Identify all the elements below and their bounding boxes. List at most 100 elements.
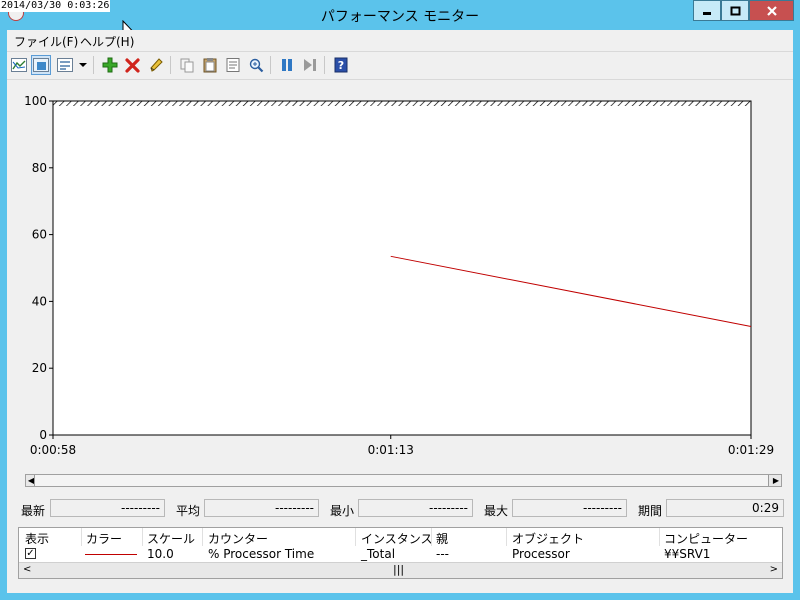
view-graph-icon	[11, 58, 27, 72]
svg-text:?: ?	[338, 59, 344, 72]
view-graph-button[interactable]	[9, 55, 29, 75]
toolbar-separator	[170, 56, 171, 74]
toolbar: ?	[7, 51, 793, 80]
column-scale[interactable]: スケール	[147, 530, 195, 547]
scroll-right-icon[interactable]: ▶	[771, 475, 781, 486]
stat-latest-label: 最新	[21, 504, 46, 518]
properties-icon	[226, 58, 240, 72]
maximize-icon	[730, 6, 740, 15]
stat-minimum-label: 最小	[330, 504, 355, 518]
legend-header: 表示 カラー スケール カウンター インスタンス 親 オブジェクト コンピュータ…	[19, 528, 782, 546]
window-title: パフォーマンス モニター	[320, 9, 480, 25]
toolbar-separator	[270, 56, 271, 74]
zoom-button[interactable]	[246, 55, 266, 75]
column-divider	[142, 528, 143, 546]
view-report-button[interactable]	[55, 55, 75, 75]
column-divider	[506, 528, 507, 546]
next-frame-button[interactable]	[300, 55, 320, 75]
client-area: ファイル(F) ヘルプ(H) ? 100 80 60 40 20 0 0:00:…	[7, 30, 793, 593]
properties-button[interactable]	[223, 55, 243, 75]
copy-button[interactable]	[177, 55, 197, 75]
add-counter-button[interactable]	[100, 55, 120, 75]
stat-latest-value: ---------	[50, 499, 165, 517]
scroll-right-icon[interactable]: >	[770, 564, 778, 575]
overflow-hatch	[53, 101, 751, 106]
delete-counter-icon	[125, 58, 140, 73]
stat-average-label: 平均	[176, 504, 201, 518]
column-divider	[659, 528, 660, 546]
column-show[interactable]: 表示	[25, 530, 49, 547]
menu-bar: ファイル(F) ヘルプ(H)	[7, 30, 793, 50]
scrollbar-thumb[interactable]	[34, 475, 769, 486]
paste-icon	[203, 58, 217, 73]
minimize-button[interactable]	[693, 0, 721, 21]
stat-duration-value: 0:29	[666, 499, 784, 517]
series-color-swatch	[85, 554, 137, 555]
stats-bar: 最新 --------- 平均 --------- 最小 --------- 最…	[7, 498, 793, 520]
cell-counter: % Processor Time	[208, 547, 315, 561]
legend-row[interactable]: ✓ 10.0 % Processor Time _Total --- Proce…	[19, 546, 782, 562]
view-histogram-icon	[33, 58, 49, 72]
column-divider	[431, 528, 432, 546]
view-dropdown-button[interactable]	[77, 55, 89, 75]
column-divider	[355, 528, 356, 546]
highlight-button[interactable]	[146, 55, 166, 75]
y-axis: 100 80 60 40 20 0	[24, 94, 53, 442]
stat-duration-label: 期間	[638, 504, 663, 518]
counter-legend: 表示 カラー スケール カウンター インスタンス 親 オブジェクト コンピュータ…	[18, 527, 783, 579]
stat-maximum-label: 最大	[484, 504, 509, 518]
y-tick-label: 20	[32, 361, 47, 375]
close-button[interactable]	[749, 0, 794, 21]
column-divider	[202, 528, 203, 546]
cell-parent: ---	[436, 547, 449, 561]
view-histogram-button[interactable]	[31, 55, 51, 75]
column-computer[interactable]: コンピューター	[664, 530, 748, 547]
cell-instance: _Total	[361, 547, 396, 561]
plot-area	[52, 100, 752, 436]
cell-computer: ¥¥SRV1	[664, 547, 711, 561]
y-tick-label: 40	[32, 294, 47, 308]
zoom-icon	[249, 58, 264, 73]
dropdown-arrow-icon	[79, 63, 87, 67]
stat-maximum-value: ---------	[512, 499, 627, 517]
x-tick-label: 0:00:58	[30, 443, 76, 457]
column-divider	[81, 528, 82, 546]
close-icon	[766, 5, 777, 16]
column-color[interactable]: カラー	[86, 530, 122, 547]
paste-button[interactable]	[200, 55, 220, 75]
column-object[interactable]: オブジェクト	[512, 530, 584, 547]
x-axis: 0:00:58 0:01:13 0:01:29	[30, 435, 774, 457]
title-bar[interactable]: 2014/03/30 0:03:26 パフォーマンス モニター	[0, 0, 800, 38]
help-button[interactable]: ?	[331, 55, 351, 75]
highlight-icon	[150, 58, 163, 72]
x-tick-label: 0:01:13	[368, 443, 414, 457]
column-instance[interactable]: インスタンス	[361, 530, 433, 547]
copy-icon	[180, 58, 194, 73]
performance-chart[interactable]: 100 80 60 40 20 0 0:00:58 0:01:13 0:01:29	[7, 80, 793, 505]
menu-help[interactable]: ヘルプ(H)	[80, 33, 134, 50]
y-tick-label: 60	[32, 228, 47, 242]
cell-object: Processor	[512, 547, 570, 561]
pause-button[interactable]	[277, 55, 297, 75]
column-parent[interactable]: 親	[436, 530, 448, 547]
time-scrollbar[interactable]: ◀ ▶	[25, 474, 782, 487]
y-tick-label: 100	[24, 94, 47, 108]
delete-counter-button[interactable]	[123, 55, 143, 75]
minimize-icon	[703, 11, 711, 15]
app-window: 2014/03/30 0:03:26 パフォーマンス モニター ファイル(F) …	[0, 0, 800, 600]
column-counter[interactable]: カウンター	[208, 530, 268, 547]
maximize-button[interactable]	[721, 0, 749, 21]
help-icon: ?	[334, 57, 348, 73]
scroll-grip-icon[interactable]: |||	[393, 563, 404, 576]
cell-scale: 10.0	[147, 547, 174, 561]
show-checkbox[interactable]: ✓	[25, 548, 36, 559]
scroll-left-icon[interactable]: <	[23, 564, 31, 575]
y-tick-label: 80	[32, 161, 47, 175]
stat-minimum-value: ---------	[358, 499, 473, 517]
x-tick-label: 0:01:29	[728, 443, 774, 457]
toolbar-separator	[324, 56, 325, 74]
next-frame-icon	[304, 59, 316, 71]
legend-scrollbar[interactable]: < ||| >	[19, 562, 782, 578]
stat-average-value: ---------	[204, 499, 319, 517]
menu-file[interactable]: ファイル(F)	[14, 33, 78, 50]
